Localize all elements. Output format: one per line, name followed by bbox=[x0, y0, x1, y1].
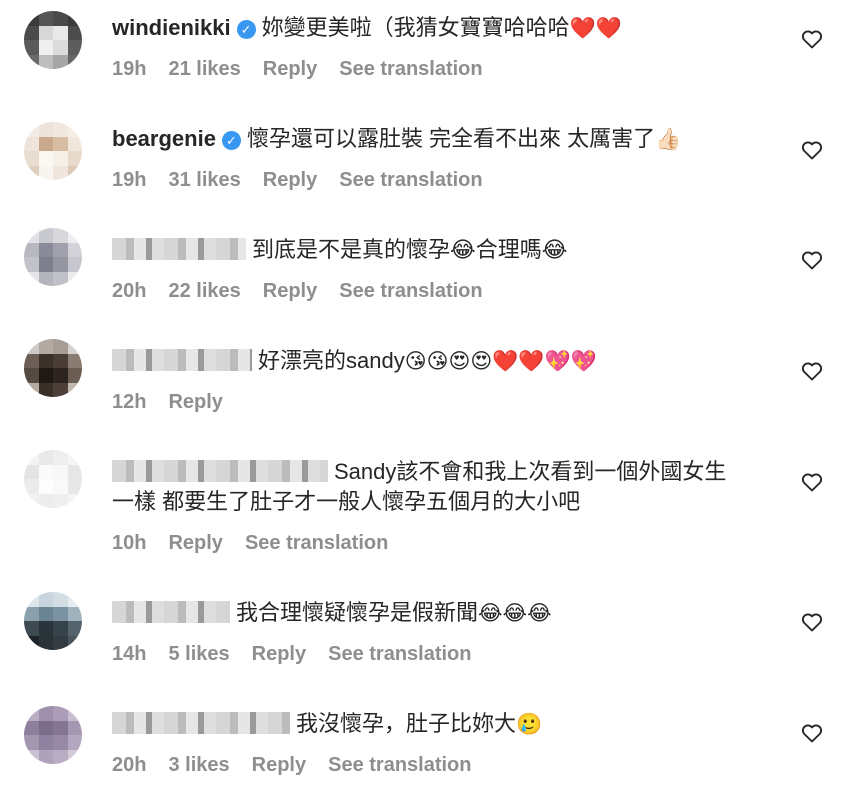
laughing-emoji: 😂😂😂 bbox=[478, 602, 552, 625]
likes-count[interactable]: 5 likes bbox=[168, 643, 229, 665]
like-button[interactable] bbox=[800, 248, 824, 272]
username-redacted bbox=[112, 712, 290, 734]
avatar[interactable] bbox=[24, 706, 82, 764]
avatar[interactable] bbox=[24, 11, 82, 69]
reply-button[interactable]: Reply bbox=[252, 754, 306, 776]
reply-button[interactable]: Reply bbox=[252, 643, 306, 665]
avatar[interactable] bbox=[24, 450, 82, 508]
like-button[interactable] bbox=[800, 721, 824, 745]
avatar[interactable] bbox=[24, 228, 82, 286]
see-translation-button[interactable]: See translation bbox=[339, 280, 482, 302]
timestamp[interactable]: 20h bbox=[112, 280, 146, 302]
like-button[interactable] bbox=[800, 610, 824, 634]
username[interactable]: beargenie bbox=[112, 126, 216, 151]
username-redacted bbox=[112, 349, 252, 371]
username-redacted bbox=[112, 460, 328, 482]
avatar[interactable] bbox=[24, 122, 82, 180]
see-translation-button[interactable]: See translation bbox=[339, 58, 482, 80]
see-translation-button[interactable]: See translation bbox=[328, 643, 471, 665]
heart-outline-icon bbox=[801, 473, 823, 492]
timestamp[interactable]: 12h bbox=[112, 391, 146, 413]
heart-outline-icon bbox=[801, 141, 823, 160]
heart-outline-icon bbox=[801, 251, 823, 270]
like-button[interactable] bbox=[800, 27, 824, 51]
comment-text: 到底是不是真的懷孕😂合理嗎😂 bbox=[252, 237, 568, 262]
heart-outline-icon bbox=[801, 362, 823, 381]
timestamp[interactable]: 19h bbox=[112, 58, 146, 80]
like-button[interactable] bbox=[800, 138, 824, 162]
comment-text: Sandy該不會和我上次看到一個外國女生 bbox=[334, 459, 727, 484]
like-button[interactable] bbox=[800, 359, 824, 383]
timestamp[interactable]: 10h bbox=[112, 532, 146, 554]
verified-badge-icon: ✓ bbox=[236, 20, 256, 39]
comment-text-line2: 一樣 都要生了肚子才一般人懷孕五個月的大小吧 bbox=[112, 489, 581, 514]
reply-button[interactable]: Reply bbox=[263, 280, 317, 302]
comment-text: 我合理懷疑懷孕是假新聞 bbox=[236, 600, 479, 625]
username-redacted bbox=[112, 238, 246, 260]
avatar[interactable] bbox=[24, 592, 82, 650]
likes-count[interactable]: 31 likes bbox=[168, 169, 240, 191]
username[interactable]: windienikki bbox=[112, 15, 231, 40]
timestamp[interactable]: 19h bbox=[112, 169, 146, 191]
see-translation-button[interactable]: See translation bbox=[339, 169, 482, 191]
heart-outline-icon bbox=[801, 30, 823, 49]
verified-badge-icon: ✓ bbox=[221, 131, 241, 150]
comment-text: 好漂亮的sandy bbox=[258, 348, 405, 373]
see-translation-button[interactable]: See translation bbox=[328, 754, 471, 776]
likes-count[interactable]: 22 likes bbox=[168, 280, 240, 302]
username-redacted bbox=[112, 601, 230, 623]
comment-text: 懷孕還可以露肚裝 完全看不出來 太厲害了 bbox=[246, 126, 656, 151]
emoji-sequence: 😘😘😍😍❤️❤️💖💖 bbox=[404, 350, 597, 373]
heart-outline-icon bbox=[801, 613, 823, 632]
reply-button[interactable]: Reply bbox=[168, 391, 222, 413]
like-button[interactable] bbox=[800, 470, 824, 494]
heart-outline-icon bbox=[801, 724, 823, 743]
reply-button[interactable]: Reply bbox=[263, 169, 317, 191]
comment-text: 妳變更美啦（我猜女寶寶哈哈哈 bbox=[261, 15, 570, 40]
reply-button[interactable]: Reply bbox=[168, 532, 222, 554]
heart-emoji: ❤️❤️ bbox=[569, 17, 622, 40]
likes-count[interactable]: 3 likes bbox=[168, 754, 229, 776]
timestamp[interactable]: 20h bbox=[112, 754, 146, 776]
reply-button[interactable]: Reply bbox=[263, 58, 317, 80]
thumbs-up-emoji: 👍🏻 bbox=[655, 128, 682, 151]
likes-count[interactable]: 21 likes bbox=[168, 58, 240, 80]
smiling-tear-emoji: 🥲 bbox=[516, 713, 543, 736]
see-translation-button[interactable]: See translation bbox=[245, 532, 388, 554]
timestamp[interactable]: 14h bbox=[112, 643, 146, 665]
comment-text: 我沒懷孕，肚子比妳大 bbox=[296, 711, 517, 736]
avatar[interactable] bbox=[24, 339, 82, 397]
